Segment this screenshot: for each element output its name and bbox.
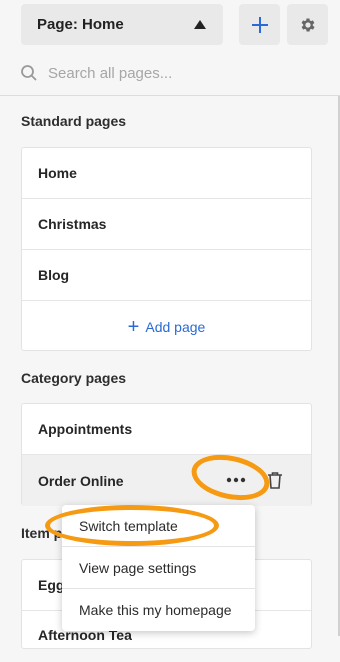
more-dots-icon [226, 477, 246, 483]
page-row-order-online[interactable]: Order Online [22, 455, 311, 506]
header-divider [0, 95, 340, 96]
page-row-label: Appointments [38, 421, 133, 437]
search-input[interactable] [46, 63, 300, 83]
item-pages-heading: Item p [21, 525, 63, 541]
add-page-link[interactable]: + Add page [22, 301, 311, 352]
page-row-label: Blog [38, 267, 70, 283]
menu-item-make-homepage[interactable]: Make this my homepage [62, 589, 255, 631]
menu-item-view-page-settings[interactable]: View page settings [62, 547, 255, 589]
page-row-home[interactable]: Home [22, 148, 311, 199]
page-row-label: Home [38, 165, 77, 181]
settings-button[interactable] [287, 4, 328, 45]
page-row-label: Order Online [38, 472, 124, 489]
category-pages-heading: Category pages [21, 370, 127, 386]
add-page-label: Add page [145, 318, 206, 335]
category-pages-card: Appointments Order Online [21, 403, 312, 506]
standard-pages-heading: Standard pages [21, 113, 127, 129]
more-options-button[interactable] [222, 469, 250, 491]
add-page-button[interactable] [239, 4, 280, 45]
page-row-blog[interactable]: Blog [22, 250, 311, 301]
page-row-label: Christmas [38, 216, 107, 232]
caret-up-icon [194, 20, 206, 29]
page-row-label: Egg [38, 577, 65, 593]
page-context-menu: Switch template View page settings Make … [62, 505, 255, 631]
search-bar [20, 62, 320, 84]
page-select-dropdown[interactable]: Page: Home [21, 4, 223, 45]
menu-item-switch-template[interactable]: Switch template [62, 505, 255, 547]
page-row-christmas[interactable]: Christmas [22, 199, 311, 250]
plus-icon: + [127, 315, 140, 338]
search-icon [21, 65, 37, 81]
standard-pages-card: Home Christmas Blog + Add page [21, 147, 312, 351]
trash-icon [268, 472, 282, 489]
menu-item-label: View page settings [79, 560, 197, 576]
top-bar: Page: Home [0, 0, 340, 96]
page-select-label: Page: Home [37, 16, 124, 33]
menu-item-label: Switch template [79, 518, 178, 534]
plus-icon [251, 16, 268, 33]
delete-button[interactable] [263, 469, 287, 491]
page-row-appointments[interactable]: Appointments [22, 404, 311, 455]
menu-item-label: Make this my homepage [79, 602, 232, 618]
gear-icon [301, 17, 315, 32]
